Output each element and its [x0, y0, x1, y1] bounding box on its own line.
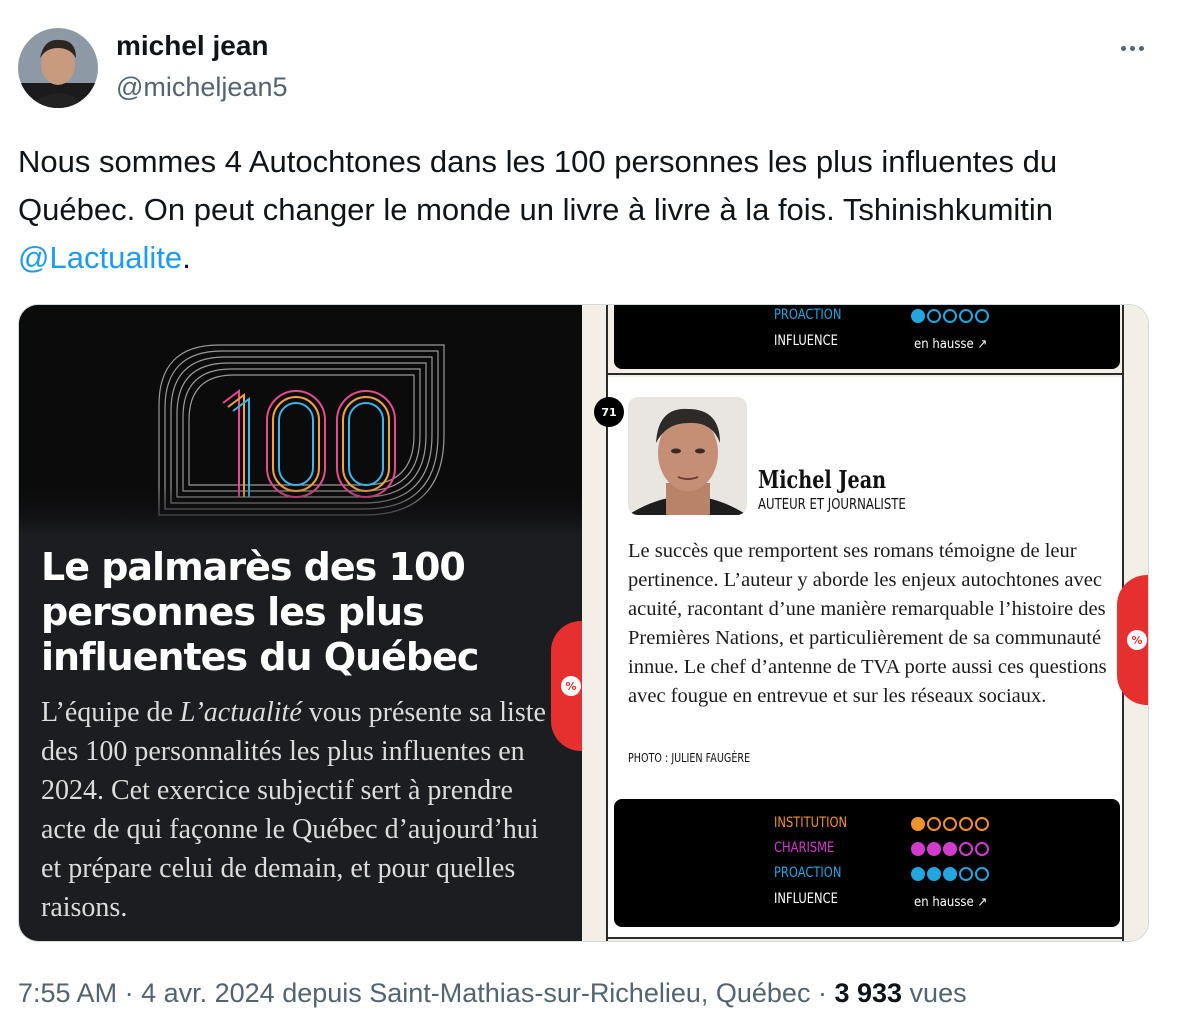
stat-dots [911, 309, 989, 323]
desc-publication: L’actualité [179, 697, 302, 728]
tweet-media[interactable]: Le palmarès des 100 personnes les plus i… [18, 304, 1149, 942]
stat-label: CHARISME [774, 840, 835, 856]
stat-label: INFLUENCE [774, 333, 838, 349]
author-name[interactable]: michel jean [116, 30, 269, 62]
photo-credit: PHOTO : JULIEN FAUGÈRE [628, 751, 751, 765]
views-count: 3 933 [834, 978, 903, 1008]
stats-box-top: PROACTION INFLUENCE en hausse ↗ [614, 305, 1120, 369]
rank-badge: 71 [594, 397, 624, 427]
tweet-text: Nous sommes 4 Autochtones dans les 100 p… [18, 138, 1168, 282]
person-name: Michel Jean [758, 465, 887, 494]
trend-label: en hausse ↗ [914, 895, 988, 910]
avatar[interactable] [18, 28, 98, 108]
trend-label: en hausse ↗ [914, 337, 988, 352]
stats-box-bottom: INSTITUTION CHARISME PROACTION INFLUENCE… [614, 799, 1120, 927]
desc-text-2: vous présente sa liste des 100 personnal… [41, 697, 546, 923]
tweet-body: Nous sommes 4 Autochtones dans les 100 p… [18, 144, 1058, 227]
tweet-location: depuis Saint-Mathias-sur-Richelieu, Québ… [282, 978, 811, 1008]
stat-label: PROACTION [774, 865, 842, 881]
mention-link[interactable]: @Lactualite [18, 240, 182, 275]
stat-label: PROACTION [774, 307, 842, 323]
percent-tab-right[interactable]: % [1117, 575, 1148, 705]
divider [606, 937, 1124, 939]
divider [606, 373, 1124, 375]
stat-dots [911, 867, 989, 881]
stat-dots [911, 817, 989, 831]
views-label: vues [909, 978, 967, 1008]
desc-text-1: L’équipe de [41, 697, 180, 728]
percent-tab-left[interactable]: % [551, 621, 582, 751]
stat-label: INSTITUTION [774, 815, 848, 831]
media-left-panel: Le palmarès des 100 personnes les plus i… [19, 305, 582, 941]
profile-photo [628, 397, 747, 515]
person-role: AUTEUR ET JOURNALISTE [758, 495, 906, 513]
percent-icon: % [1127, 630, 1147, 650]
panel-title: Le palmarès des 100 personnes les plus i… [41, 545, 479, 679]
person-bio: Le succès que remportent ses romans témo… [628, 540, 1107, 707]
media-right-panel: PROACTION INFLUENCE en hausse ↗ 71 Miche… [582, 305, 1148, 941]
stat-dots [911, 842, 989, 856]
tweet-time[interactable]: 7:55 AM [18, 978, 117, 1008]
panel-description: L’équipe de L’actualité vous présente sa… [41, 693, 561, 927]
tweet-end: . [182, 240, 191, 275]
author-handle[interactable]: @micheljean5 [116, 72, 288, 103]
tweet-date[interactable]: 4 avr. 2024 [141, 978, 275, 1008]
percent-icon: % [561, 676, 581, 696]
tweet-meta: 7:55 AM · 4 avr. 2024 depuis Saint-Mathi… [18, 978, 967, 1008]
more-options-icon[interactable] [1112, 30, 1152, 66]
palmares-logo [19, 305, 582, 535]
stat-label: INFLUENCE [774, 891, 838, 907]
